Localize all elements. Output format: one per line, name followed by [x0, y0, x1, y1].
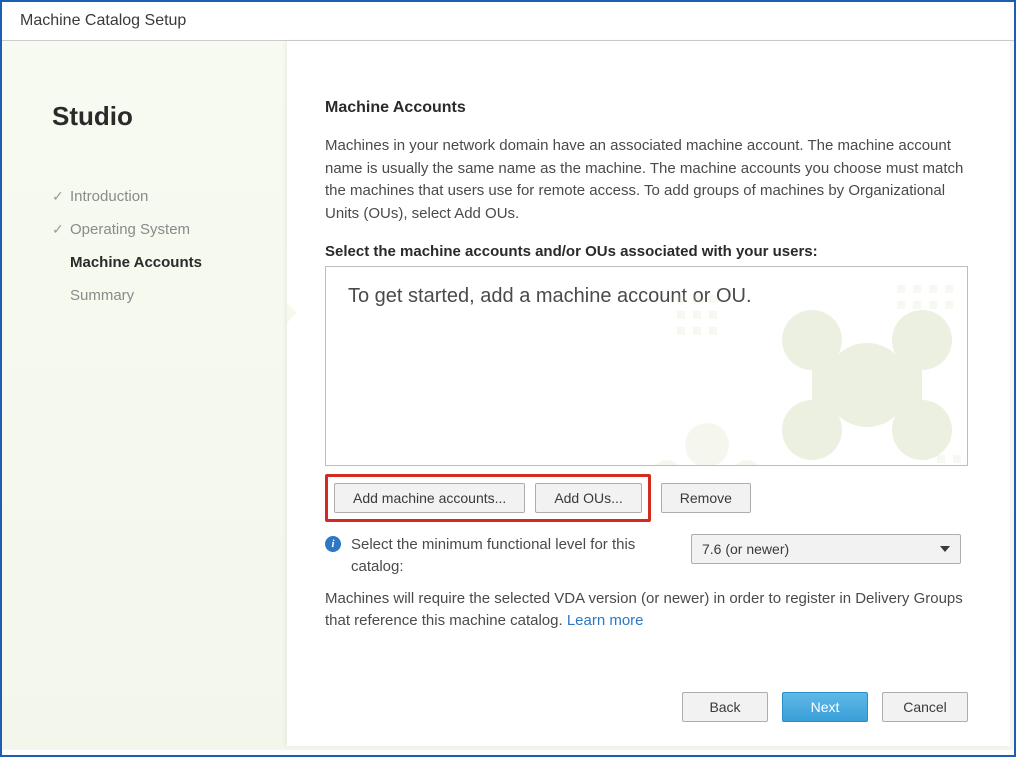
cancel-button[interactable]: Cancel — [882, 692, 968, 722]
remove-button[interactable]: Remove — [661, 483, 751, 513]
current-step-arrow — [287, 303, 297, 323]
add-machine-accounts-button[interactable]: Add machine accounts... — [334, 483, 525, 513]
step-summary[interactable]: Summary — [52, 279, 287, 312]
wizard-footer: Back Next Cancel — [325, 672, 968, 722]
info-icon: i — [325, 536, 341, 552]
wizard-sidebar: Studio Introduction Operating System Mac… — [2, 41, 287, 750]
functional-level-select[interactable]: 7.6 (or newer) — [691, 534, 961, 564]
step-operating-system[interactable]: Operating System — [52, 213, 287, 246]
chevron-down-icon — [940, 546, 950, 552]
sidebar-title: Studio — [52, 101, 287, 132]
functional-level-label: Select the minimum functional level for … — [351, 534, 681, 578]
intro-paragraph: Machines in your network domain have an … — [325, 135, 968, 225]
select-accounts-label: Select the machine accounts and/or OUs a… — [325, 243, 968, 260]
vda-note-text: Machines will require the selected VDA v… — [325, 590, 963, 630]
functional-level-row: i Select the minimum functional level fo… — [325, 534, 968, 578]
main-panel: Machine Accounts Machines in your networ… — [287, 41, 1010, 746]
highlighted-buttons: Add machine accounts... Add OUs... — [325, 474, 651, 522]
window-title: Machine Catalog Setup — [2, 2, 1014, 41]
content-area: Studio Introduction Operating System Mac… — [2, 41, 1014, 750]
next-button[interactable]: Next — [782, 692, 868, 722]
back-button[interactable]: Back — [682, 692, 768, 722]
page-heading: Machine Accounts — [325, 99, 968, 117]
learn-more-link[interactable]: Learn more — [567, 612, 644, 629]
step-introduction[interactable]: Introduction — [52, 180, 287, 213]
accounts-listbox[interactable]: To get started, add a machine account or… — [325, 266, 968, 466]
accounts-empty-hint: To get started, add a machine account or… — [348, 285, 945, 308]
functional-level-value: 7.6 (or newer) — [702, 541, 789, 557]
add-ous-button[interactable]: Add OUs... — [535, 483, 641, 513]
vda-note: Machines will require the selected VDA v… — [325, 588, 968, 633]
step-machine-accounts[interactable]: Machine Accounts — [52, 246, 287, 279]
account-action-row: Add machine accounts... Add OUs... Remov… — [325, 474, 968, 522]
